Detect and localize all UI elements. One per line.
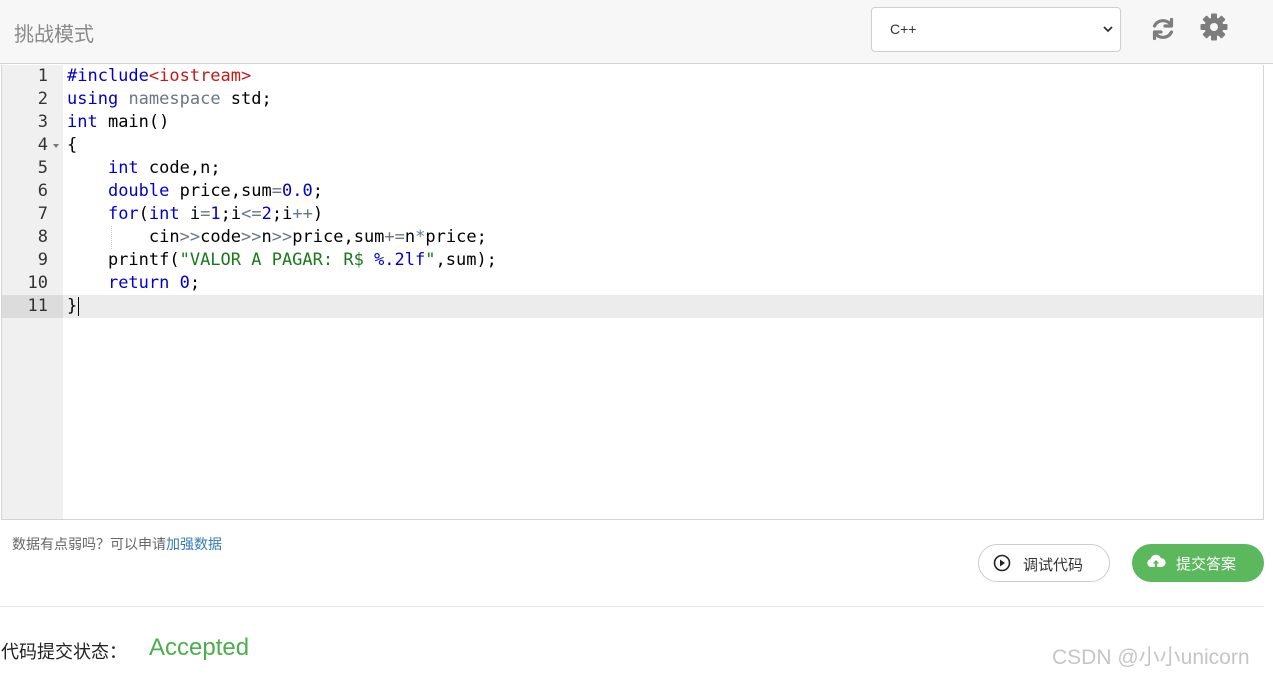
fold-arrow-icon[interactable] xyxy=(52,142,60,150)
chevron-down-icon xyxy=(1103,26,1113,33)
line-number: 8 xyxy=(37,227,48,247)
submit-answer-label: 提交答案 xyxy=(1176,555,1237,573)
line-number: 2 xyxy=(37,89,48,109)
code-editor[interactable]: 1 2 3 4 5 6 7 8 9 10 11 #include<iostrea… xyxy=(1,65,1264,520)
language-selected-value: C++ xyxy=(890,21,917,37)
line-number: 4 xyxy=(37,135,48,155)
submission-status-value: Accepted xyxy=(149,634,250,661)
code-line: } xyxy=(67,296,78,316)
line-number: 11 xyxy=(27,296,48,316)
code-line: using namespace std; xyxy=(67,89,272,109)
strengthen-data-link[interactable]: 加强数据 xyxy=(166,537,222,553)
line-number: 6 xyxy=(37,181,48,201)
line-number: 3 xyxy=(37,112,48,132)
code-line: printf("VALOR A PAGAR: R$ %.2lf",sum); xyxy=(67,250,497,270)
code-line: return 0; xyxy=(107,273,201,293)
line-number: 9 xyxy=(37,250,48,270)
code-line: int code,n; xyxy=(107,158,221,178)
code-line: int main() xyxy=(67,112,170,132)
line-number: 7 xyxy=(37,204,48,224)
header-bar: 挑战模式 C++ xyxy=(0,0,1273,64)
line-number: 1 xyxy=(37,66,48,86)
active-line-highlight xyxy=(63,295,1263,318)
gear-icon[interactable] xyxy=(1199,12,1229,42)
text-cursor xyxy=(78,297,79,316)
language-select[interactable]: C++ xyxy=(871,7,1121,52)
divider xyxy=(0,606,1264,607)
line-number: 5 xyxy=(37,158,48,178)
code-line: { xyxy=(67,135,78,155)
code-line: #include<iostream> xyxy=(67,66,252,86)
weak-data-notice: 数据有点弱吗？可以申请加强数据 xyxy=(12,534,222,554)
mode-title: 挑战模式 xyxy=(14,22,94,46)
refresh-icon[interactable] xyxy=(1148,14,1178,44)
submit-answer-button[interactable]: 提交答案 xyxy=(1132,544,1264,582)
watermark: CSDN @小小unicorn xyxy=(1052,646,1250,669)
weak-data-text: 数据有点弱吗？可以申请 xyxy=(12,537,166,553)
submission-status-label: 代码提交状态： xyxy=(1,642,127,663)
debug-code-button[interactable]: 调试代码 xyxy=(978,544,1110,582)
cloud-upload-icon xyxy=(1147,554,1166,567)
code-line: for(int i=1;i<=2;i++) xyxy=(107,204,324,224)
code-line: cin>>code>>n>>price,sum+=n*price; xyxy=(67,227,487,247)
debug-code-label: 调试代码 xyxy=(1023,556,1084,574)
code-line: double price,sum=0.0; xyxy=(107,181,323,201)
play-circle-icon xyxy=(993,554,1011,572)
line-number: 10 xyxy=(27,273,48,293)
